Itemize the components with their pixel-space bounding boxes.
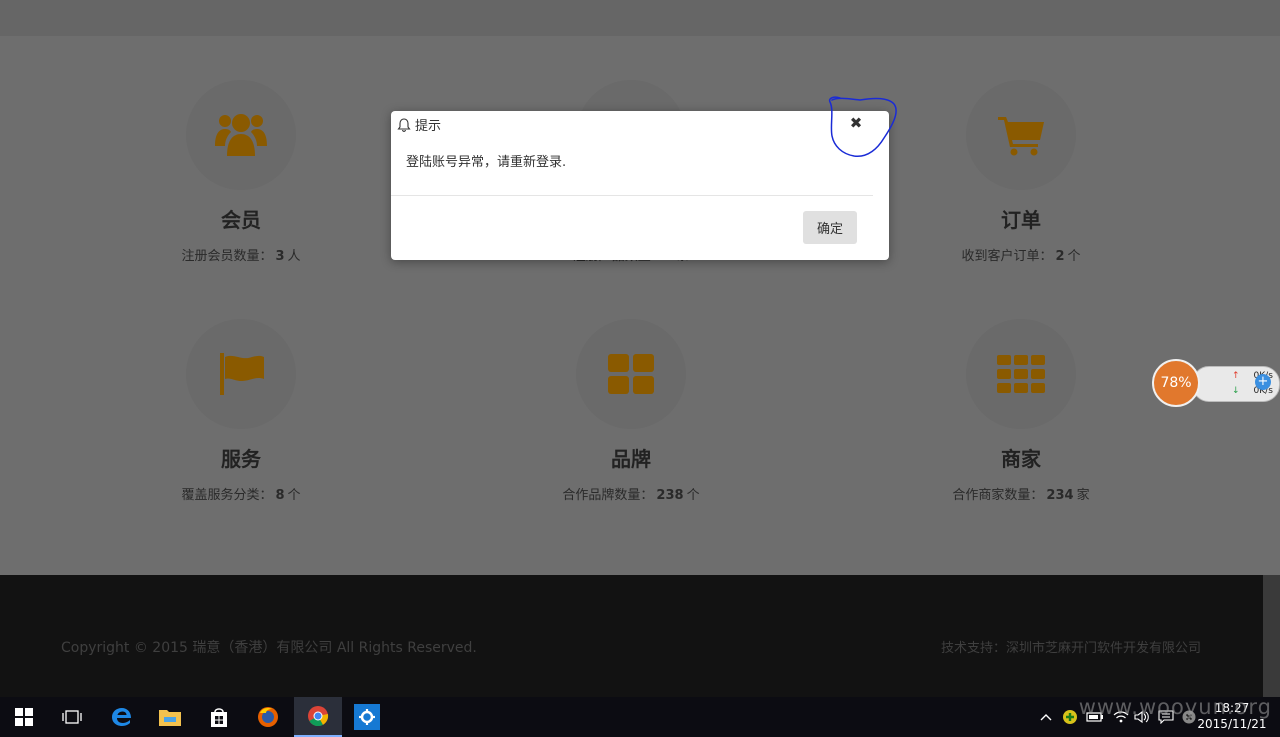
security-tray-icon[interactable] bbox=[1060, 697, 1080, 737]
card-brands: 品牌 合作品牌数量： 238 个 bbox=[501, 319, 761, 505]
bell-icon bbox=[397, 117, 411, 132]
dialog-message: 登陆账号异常，请重新登录. bbox=[406, 155, 567, 170]
cart-icon bbox=[966, 80, 1076, 190]
card-title: 商家 bbox=[1001, 447, 1041, 471]
firefox-icon bbox=[258, 707, 278, 727]
grid-3x3-icon bbox=[966, 319, 1076, 429]
card-merchants: 商家 合作商家数量： 234 家 bbox=[891, 319, 1151, 505]
scrollbar[interactable] bbox=[1263, 575, 1280, 697]
card-services: 服务 覆盖服务分类： 8 个 bbox=[111, 319, 371, 505]
card-members: 会员 注册会员数量： 3 人 bbox=[111, 80, 371, 266]
card-stat: 覆盖服务分类： 8 个 bbox=[181, 488, 301, 503]
chevron-up-icon[interactable] bbox=[1036, 697, 1056, 737]
dialog-header: 提示 bbox=[397, 115, 441, 134]
edge-icon bbox=[112, 708, 131, 726]
card-stat: 注册会员数量： 3 人 bbox=[181, 249, 301, 264]
card-title: 会员 bbox=[221, 208, 261, 232]
alert-dialog: 提示 ✖ 登陆账号异常，请重新登录. 确定 bbox=[391, 111, 889, 260]
card-stat: 合作商家数量： 234 家 bbox=[952, 488, 1090, 503]
card-stat: 合作品牌数量： 238 个 bbox=[562, 488, 700, 503]
task-view-button[interactable] bbox=[48, 697, 96, 737]
start-button[interactable] bbox=[0, 697, 48, 737]
chrome-icon bbox=[308, 706, 329, 727]
footer-copyright: Copyright © 2015 瑞意（香港）有限公司 All Rights R… bbox=[61, 640, 477, 656]
arrow-down-icon: ↓ bbox=[1232, 386, 1240, 396]
chrome-button[interactable] bbox=[294, 697, 342, 737]
watermark: www.wooyun.org bbox=[1078, 695, 1272, 719]
memory-percent-ball[interactable]: 78% bbox=[1152, 359, 1200, 407]
card-title: 服务 bbox=[221, 447, 261, 471]
annotation-circle bbox=[828, 96, 897, 157]
flag-icon bbox=[186, 319, 296, 429]
ok-button[interactable]: 确定 bbox=[803, 211, 857, 244]
card-title: 品牌 bbox=[611, 447, 651, 471]
arrow-up-icon: ↑ bbox=[1232, 371, 1240, 381]
windows-icon bbox=[15, 708, 33, 726]
card-title: 订单 bbox=[1001, 208, 1041, 232]
top-strip bbox=[0, 0, 1280, 36]
card-stat: 收到客户订单： 2 个 bbox=[961, 249, 1081, 264]
task-view-icon bbox=[62, 710, 82, 724]
firefox-button[interactable] bbox=[244, 697, 292, 737]
footer: Copyright © 2015 瑞意（香港）有限公司 All Rights R… bbox=[0, 575, 1263, 697]
store-icon bbox=[211, 708, 227, 727]
divider bbox=[391, 195, 873, 196]
store-button[interactable] bbox=[195, 697, 243, 737]
edge-button[interactable] bbox=[98, 697, 146, 737]
footer-support: 技术支持：深圳市芝麻开门软件开发有限公司 bbox=[940, 641, 1201, 656]
gear-icon bbox=[354, 704, 380, 730]
dialog-title: 提示 bbox=[415, 119, 442, 134]
users-icon bbox=[186, 80, 296, 190]
folder-icon bbox=[159, 710, 181, 726]
network-widget[interactable]: ↑0K/s ↓0K/s + 78% bbox=[1152, 359, 1280, 407]
file-explorer-button[interactable] bbox=[146, 697, 194, 737]
card-orders: 订单 收到客户订单： 2 个 bbox=[891, 80, 1151, 266]
plus-icon[interactable]: + bbox=[1255, 374, 1271, 390]
settings-app-button[interactable] bbox=[343, 697, 391, 737]
grid-2x2-icon bbox=[576, 319, 686, 429]
